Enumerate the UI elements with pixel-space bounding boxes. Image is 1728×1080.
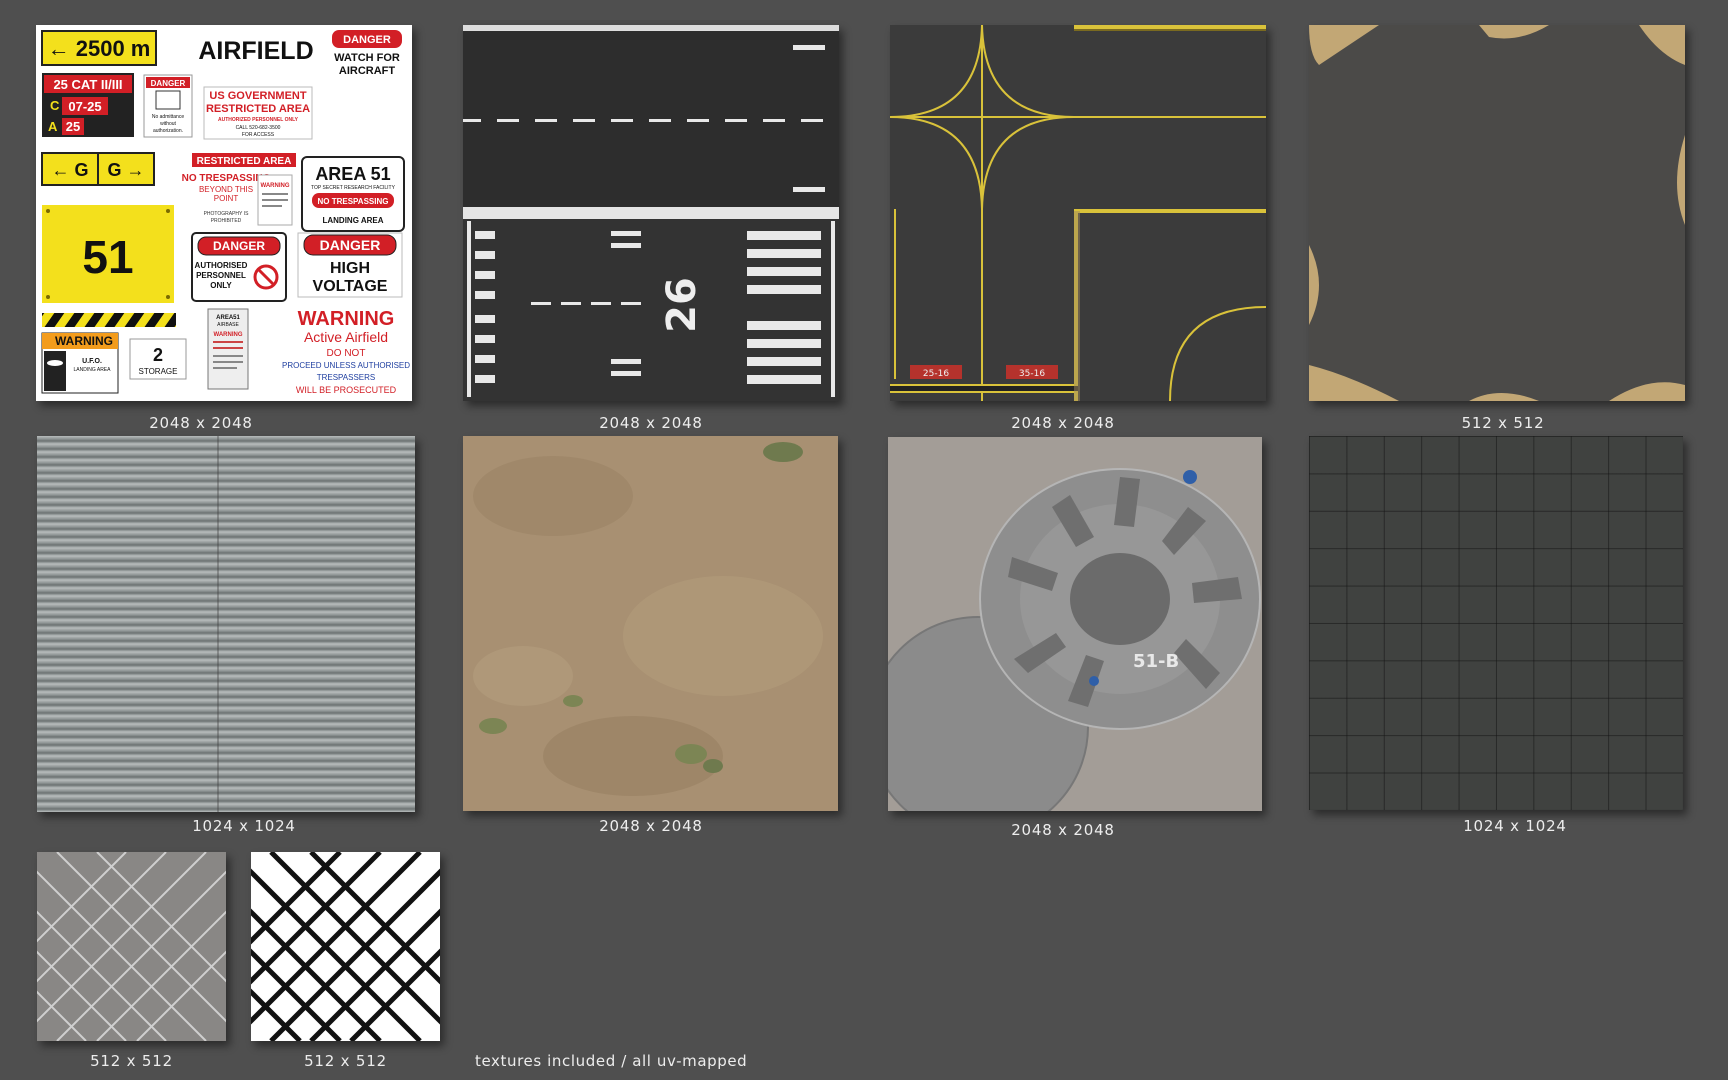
svg-text:WARNING: WARNING <box>261 183 290 189</box>
svg-text:FOR ACCESS: FOR ACCESS <box>242 132 275 138</box>
sign-watch-line2: AIRCRAFT <box>339 65 395 77</box>
caption-ufo: 2048 x 2048 <box>1011 821 1115 839</box>
caption-runway: 2048 x 2048 <box>599 414 703 432</box>
svg-text:HIGH: HIGH <box>330 260 370 277</box>
svg-text:AUTHORIZED PERSONNEL ONLY: AUTHORIZED PERSONNEL ONLY <box>218 117 299 123</box>
sign-area51: AREA 51 <box>315 164 390 184</box>
svg-text:NO TRESPASSING: NO TRESPASSING <box>182 173 271 184</box>
caption-taxiway: 2048 x 2048 <box>1011 414 1115 432</box>
svg-text:POINT: POINT <box>214 194 239 203</box>
svg-text:PROHIBITED: PROHIBITED <box>211 218 242 224</box>
sign-danger-1: DANGER <box>343 34 391 46</box>
sign-airfield: AIRFIELD <box>198 37 313 65</box>
sign-usgov-line1: US GOVERNMENT <box>209 90 306 102</box>
svg-text:PERSONNEL: PERSONNEL <box>196 271 246 280</box>
svg-text:STORAGE: STORAGE <box>139 367 178 376</box>
svg-text:No admittance: No admittance <box>152 114 184 120</box>
svg-text:AUTHORISED: AUTHORISED <box>195 261 248 270</box>
svg-text:NO TRESPASSING: NO TRESPASSING <box>318 197 389 206</box>
sign-g-left: ← G <box>51 160 88 180</box>
svg-text:ONLY: ONLY <box>210 281 232 290</box>
svg-text:AIRBASE: AIRBASE <box>217 322 239 328</box>
sign-cat: 25 CAT II/III <box>53 77 122 92</box>
texture-runway: 26 <box>463 25 839 401</box>
caption-asphalt: 512 x 512 <box>1461 414 1545 432</box>
sign-distance: ← 2500 m <box>48 36 151 61</box>
caption-dirt: 2048 x 2048 <box>599 817 703 835</box>
texture-corrugated <box>37 436 415 812</box>
svg-text:DO NOT: DO NOT <box>327 348 366 359</box>
texture-taxiway: 25-16 35-16 <box>890 25 1266 401</box>
sign-g-right: G → <box>107 160 144 180</box>
caption-fence-mask: 512 x 512 <box>304 1052 387 1070</box>
svg-text:without: without <box>160 121 176 127</box>
svg-text:2: 2 <box>153 345 163 365</box>
svg-text:authorization.: authorization. <box>153 128 183 134</box>
texture-asphalt <box>1309 25 1685 401</box>
sign-watch-line1: WATCH FOR <box>334 52 400 64</box>
sign-a-value: 25 <box>66 119 80 134</box>
svg-text:PHOTOGRAPHY IS: PHOTOGRAPHY IS <box>204 211 249 217</box>
texture-dirt <box>463 436 838 811</box>
svg-text:WARNING: WARNING <box>214 332 243 338</box>
caption-signs: 2048 x 2048 <box>149 414 253 432</box>
sign-warning-big: WARNING <box>298 308 395 330</box>
svg-text:LANDING AREA: LANDING AREA <box>74 367 112 373</box>
taxi-sign-right: 35-16 <box>1019 369 1045 379</box>
svg-text:BEYOND THIS: BEYOND THIS <box>199 185 253 194</box>
caption-tiles: 1024 x 1024 <box>1463 817 1567 835</box>
ufo-label: 51-B <box>1133 651 1179 672</box>
sheet-caption: textures included / all uv-mapped <box>475 1052 748 1070</box>
svg-text:U.F.O.: U.F.O. <box>82 358 102 365</box>
texture-ufo: 51-B <box>888 437 1262 811</box>
sign-usgov-line2: RESTRICTED AREA <box>206 103 310 115</box>
svg-text:LANDING AREA: LANDING AREA <box>322 216 383 225</box>
svg-text:VOLTAGE: VOLTAGE <box>313 278 388 295</box>
svg-text:Active Airfield: Active Airfield <box>304 329 388 345</box>
taxi-sign-left: 25-16 <box>923 369 949 379</box>
sign-danger-2: DANGER <box>213 239 265 253</box>
texture-signs: ← 2500 m AIRFIELD DANGER WATCH FOR AIRCR… <box>36 25 412 401</box>
sign-c-value: 07-25 <box>68 99 101 114</box>
svg-text:AREA51: AREA51 <box>216 315 240 321</box>
svg-text:WILL BE PROSECUTED: WILL BE PROSECUTED <box>296 385 397 395</box>
sign-danger-3: DANGER <box>320 237 381 253</box>
texture-fence-gray <box>37 852 226 1041</box>
svg-text:TRESPASSERS: TRESPASSERS <box>317 373 376 382</box>
svg-text:TOP SECRET RESEARCH FACILITY: TOP SECRET RESEARCH FACILITY <box>311 185 396 191</box>
sign-danger-small: DANGER <box>151 79 186 88</box>
texture-fence-mask <box>251 852 440 1041</box>
runway-number: 26 <box>659 277 705 333</box>
sign-restricted: RESTRICTED AREA <box>197 156 292 167</box>
sign-a-letter: A <box>48 119 58 134</box>
sign-c-letter: C <box>50 98 60 113</box>
caption-fence-gray: 512 x 512 <box>90 1052 173 1070</box>
sign-51: 51 <box>82 231 133 283</box>
svg-text:PROCEED UNLESS AUTHORISED: PROCEED UNLESS AUTHORISED <box>282 361 410 370</box>
svg-text:CALL 520-682-3500: CALL 520-682-3500 <box>236 125 281 131</box>
svg-text:WARNING: WARNING <box>55 334 113 348</box>
caption-corrugated: 1024 x 1024 <box>192 817 296 835</box>
texture-tiles <box>1309 436 1683 810</box>
